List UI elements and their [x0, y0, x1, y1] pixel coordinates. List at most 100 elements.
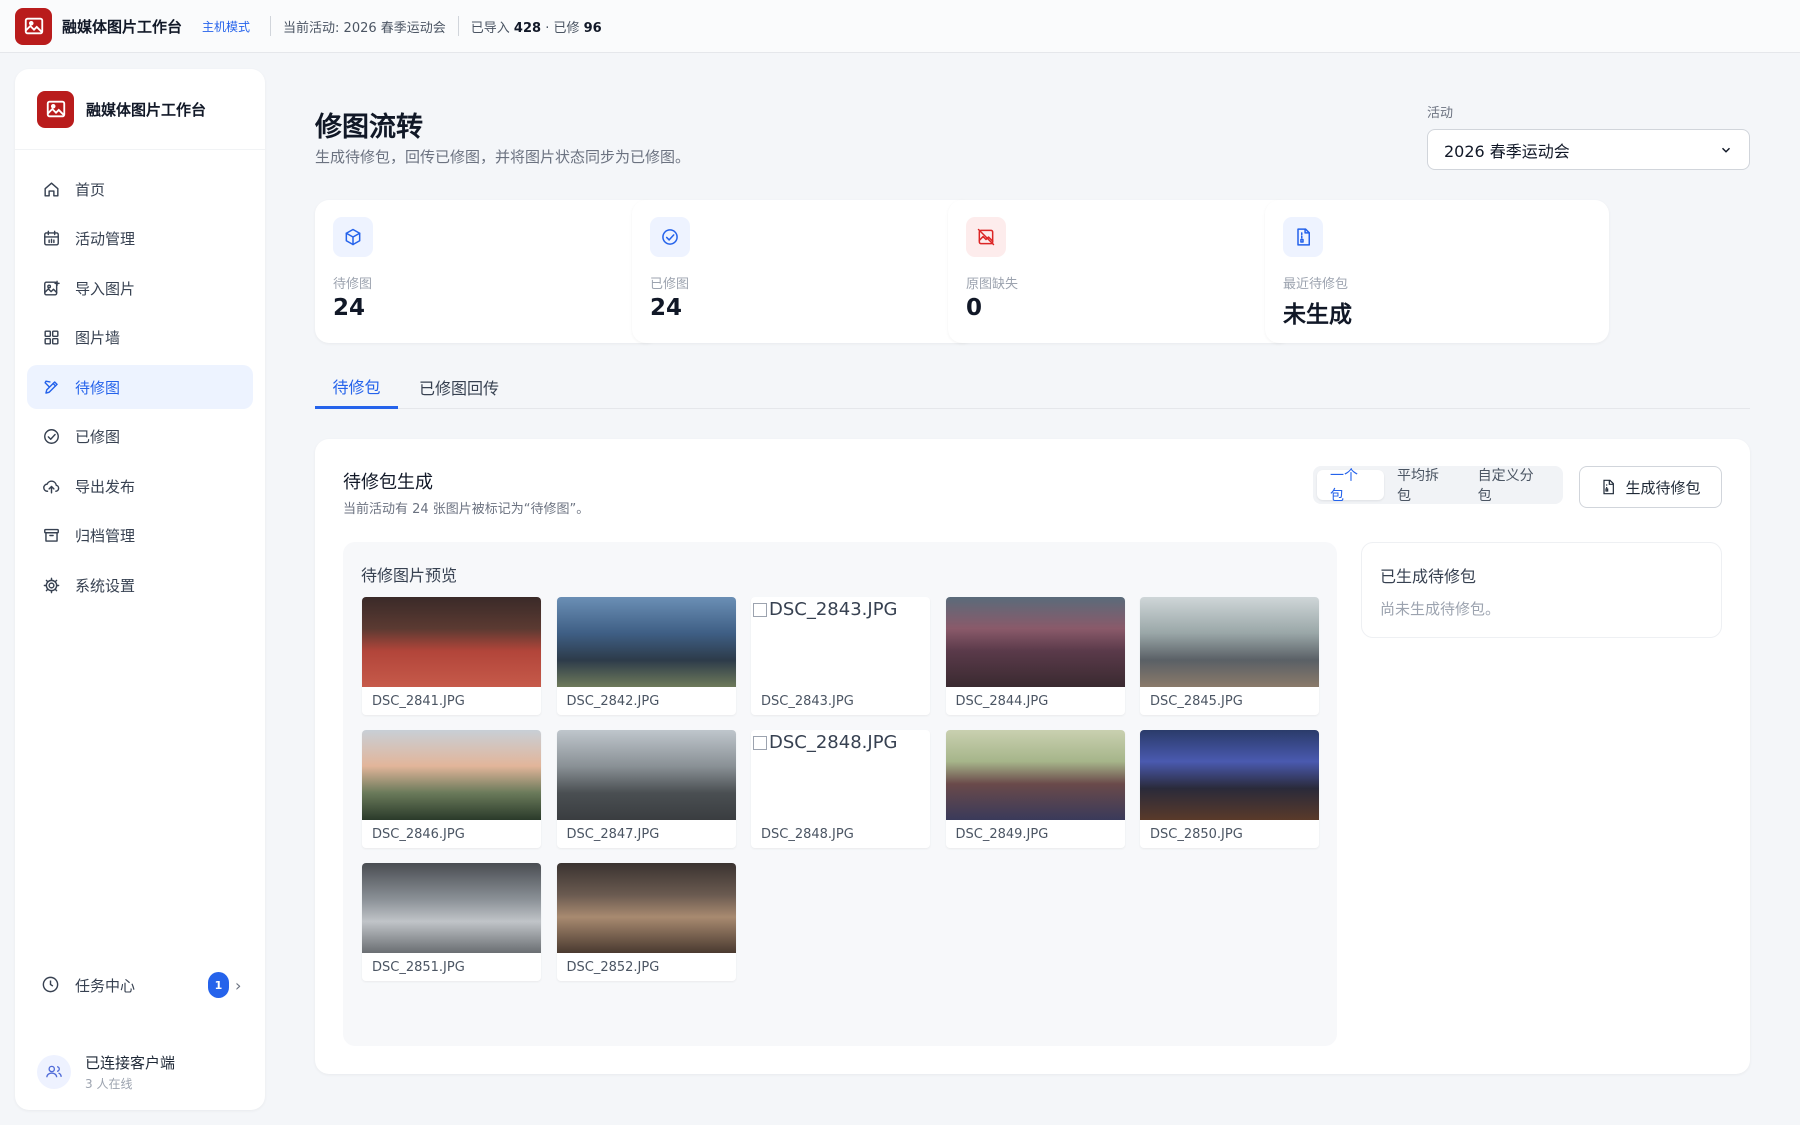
image-thumbnail[interactable]: DSC_2846.JPG: [362, 730, 541, 848]
tab-0[interactable]: 待修包: [315, 365, 398, 409]
broken-image-alt: DSC_2843.JPG: [751, 597, 930, 622]
image-thumbnail[interactable]: DSC_2842.JPG: [556, 597, 736, 715]
image-filename: DSC_2852.JPG: [566, 960, 660, 975]
generated-packages: 已生成待修包 尚未生成待修包。: [1361, 542, 1722, 638]
image-thumbnail[interactable]: DSC_2843.JPG DSC_2843.JPG: [751, 597, 930, 715]
sidebar-item-label: 导出发布: [75, 477, 136, 496]
sidebar-item-2[interactable]: 导入图片: [27, 266, 253, 310]
chevron-right-icon: ›: [235, 975, 242, 995]
generate-package-label: 生成待修包: [1625, 478, 1701, 497]
app-title: 融媒体图片工作台: [62, 17, 183, 36]
image-thumbnail[interactable]: DSC_2852.JPG: [556, 863, 736, 981]
broken-image-icon: [753, 603, 767, 617]
photo-image: [556, 730, 736, 820]
stat-card: 待修图 24: [315, 200, 659, 343]
app-logo-icon: [15, 7, 52, 45]
retouched-label: 已修: [553, 20, 580, 36]
stat-card: 最近待修包 未生成: [1265, 200, 1609, 343]
sidebar-item-label: 图片墙: [75, 329, 121, 347]
image-filename: DSC_2841.JPG: [372, 694, 465, 709]
stat-value: 24: [333, 295, 366, 321]
stat-label: 待修图: [333, 277, 373, 292]
stat-value: 未生成: [1283, 302, 1352, 328]
image-thumbnail[interactable]: DSC_2847.JPG: [556, 730, 736, 848]
stat-card: 已修图 24: [632, 200, 976, 343]
tab-1[interactable]: 已修图回传: [398, 365, 520, 409]
photo-image: [1140, 597, 1319, 687]
divider: [457, 16, 459, 36]
image-filename: DSC_2843.JPG: [761, 694, 854, 709]
image-thumbnail[interactable]: DSC_2850.JPG: [1140, 730, 1319, 848]
image-thumbnail[interactable]: DSC_2851.JPG: [362, 863, 541, 981]
image-filename: DSC_2845.JPG: [1150, 694, 1243, 709]
image-filename: DSC_2842.JPG: [566, 694, 660, 709]
check-circle-icon: [650, 217, 690, 257]
stats-row: 待修图 24 已修图 24 原图缺失 0 最近待修包 未生成: [315, 200, 1750, 343]
stat-value: 0: [966, 295, 983, 321]
clock-icon: [41, 975, 61, 995]
broken-image-filename: DSC_2848.JPG: [769, 732, 898, 753]
package-mode-segment: 一个包 平均拆包 自定义分包: [1313, 466, 1563, 504]
sidebar-brand-title: 融媒体图片工作台: [86, 100, 207, 119]
image-filename: DSC_2847.JPG: [566, 827, 660, 842]
app-logo-icon: [37, 90, 74, 128]
image-filename: DSC_2844.JPG: [955, 694, 1049, 709]
retouched-count: 96: [583, 20, 602, 36]
activity-select[interactable]: 2026 春季运动会: [1427, 129, 1750, 170]
package-icon: [333, 217, 373, 257]
top-bar: 融媒体图片工作台 主机模式 当前活动: 2026 春季运动会 已导入 428 ·…: [0, 0, 1800, 53]
sidebar-nav: 首页活动管理导入图片图片墙待修图已修图导出发布归档管理系统设置: [27, 167, 253, 613]
package-panel: 待修包生成 当前活动有 24 张图片被标记为“待修图”。 一个包 平均拆包 自定义分…: [315, 439, 1750, 1074]
broken-image: DSC_2848.JPG: [751, 730, 930, 820]
task-count-badge: 1: [208, 972, 229, 998]
image-off-icon: [966, 217, 1006, 257]
package-mode-option[interactable]: 一个包: [1317, 468, 1384, 504]
task-center-label: 任务中心: [75, 976, 136, 995]
photo-image: [556, 597, 736, 687]
activity-select-value: 2026 春季运动会: [1444, 141, 1570, 161]
sidebar-item-5[interactable]: 已修图: [27, 415, 253, 459]
generate-package-button[interactable]: 生成待修包: [1579, 466, 1722, 508]
package-mode-option[interactable]: 自定义分包: [1465, 468, 1559, 504]
stat-label: 已修图: [650, 277, 690, 292]
imported-count: 428: [513, 20, 542, 36]
image-thumbnail[interactable]: DSC_2849.JPG: [945, 730, 1125, 848]
sidebar-item-0[interactable]: 首页: [27, 167, 253, 211]
photo-image: [556, 863, 736, 953]
sidebar-item-6[interactable]: 导出发布: [27, 464, 253, 508]
file-archive-icon: [1283, 217, 1323, 257]
stat-label: 最近待修包: [1283, 277, 1349, 292]
sidebar-item-label: 导入图片: [75, 279, 136, 298]
image-plus-icon: [41, 278, 61, 298]
mode-badge: 主机模式: [202, 19, 251, 34]
sidebar-item-7[interactable]: 归档管理: [27, 514, 253, 558]
connected-clients[interactable]: 已连接客户端 3 人在线: [37, 1047, 253, 1097]
stat-label: 原图缺失: [966, 277, 1019, 292]
sidebar-brand[interactable]: 融媒体图片工作台: [15, 69, 265, 150]
image-filename: DSC_2848.JPG: [761, 827, 854, 842]
sidebar-item-8[interactable]: 系统设置: [27, 563, 253, 607]
check-circle-icon: [41, 427, 61, 447]
panel-subtitle: 当前活动有 24 张图片被标记为“待修图”。: [343, 502, 590, 517]
gear-icon: [41, 575, 61, 595]
divider: [270, 16, 272, 36]
task-center-button[interactable]: 任务中心 1 ›: [27, 963, 253, 1007]
preview-title: 待修图片预览: [361, 566, 458, 585]
current-activity: 当前活动: 2026 春季运动会: [283, 20, 446, 36]
sidebar-item-label: 系统设置: [75, 576, 136, 595]
image-thumbnail[interactable]: DSC_2844.JPG: [945, 597, 1125, 715]
image-filename: DSC_2851.JPG: [372, 960, 465, 975]
image-thumbnail[interactable]: DSC_2848.JPG DSC_2848.JPG: [751, 730, 930, 848]
sidebar-item-label: 归档管理: [75, 527, 136, 545]
sidebar-item-label: 已修图: [75, 428, 121, 446]
page-subtitle: 生成待修包，回传已修图，并将图片状态同步为已修图。: [315, 148, 691, 166]
client-status-title: 已连接客户端: [85, 1054, 176, 1072]
activity-select-label: 活动: [1427, 106, 1454, 121]
sidebar-item-4[interactable]: 待修图: [27, 365, 253, 409]
brush-icon: [41, 377, 61, 397]
sidebar-item-1[interactable]: 活动管理: [27, 217, 253, 261]
image-thumbnail[interactable]: DSC_2845.JPG: [1140, 597, 1319, 715]
sidebar-item-3[interactable]: 图片墙: [27, 316, 253, 360]
package-mode-option[interactable]: 平均拆包: [1384, 468, 1465, 504]
image-thumbnail[interactable]: DSC_2841.JPG: [362, 597, 541, 715]
